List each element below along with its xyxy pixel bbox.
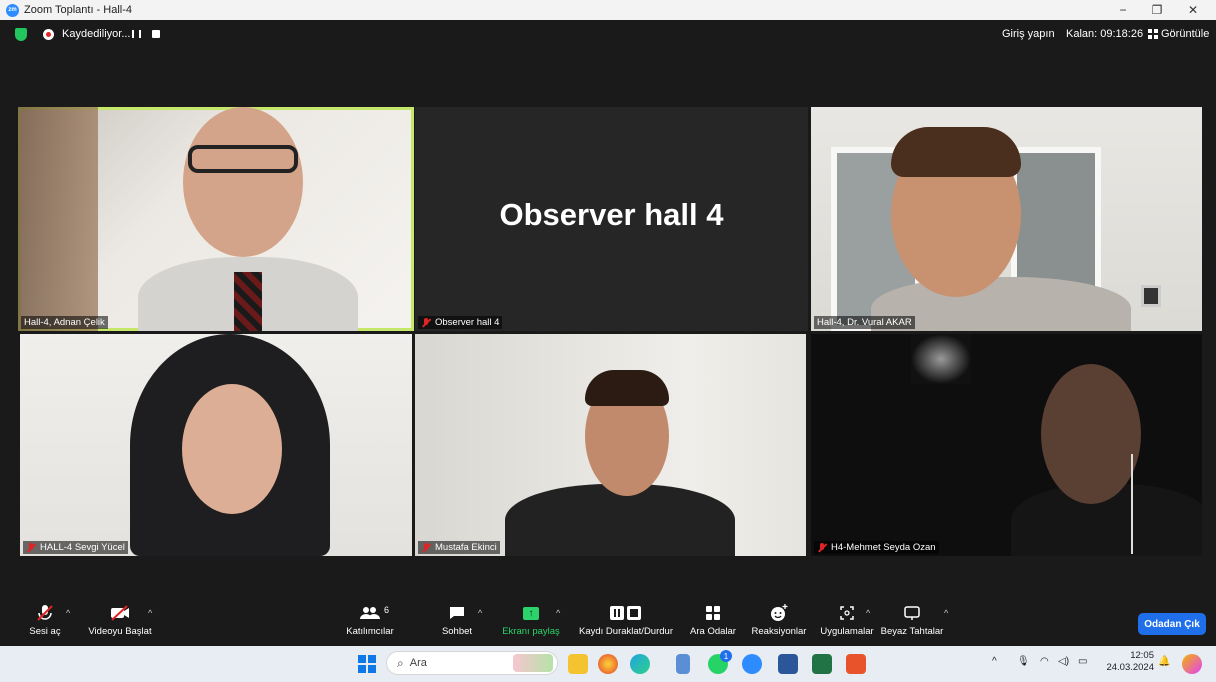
pause-recording-button[interactable] bbox=[132, 30, 141, 38]
audio-options-chevron-icon[interactable]: ^ bbox=[66, 608, 70, 618]
muted-mic-icon bbox=[421, 317, 431, 328]
participant-name-label: Mustafa Ekinci bbox=[418, 541, 500, 554]
wifi-icon[interactable]: ◠ bbox=[1040, 656, 1049, 667]
security-shield-icon[interactable] bbox=[15, 28, 27, 41]
search-icon: ⌕ bbox=[397, 655, 404, 670]
zoom-taskbar-icon[interactable] bbox=[742, 654, 762, 674]
whiteboard-icon bbox=[904, 600, 920, 626]
participant-display-name: Observer hall 4 bbox=[499, 197, 724, 232]
reactions-button[interactable]: Reaksiyonlar bbox=[750, 600, 808, 646]
search-placeholder: Ara bbox=[409, 657, 427, 669]
video-tile-mustafa[interactable]: Mustafa Ekinci bbox=[415, 334, 806, 556]
window-title: Zoom Toplantı - Hall-4 bbox=[24, 4, 133, 16]
breakout-rooms-button[interactable]: Ara Odalar bbox=[688, 600, 738, 646]
battery-icon[interactable]: ▭ bbox=[1078, 656, 1087, 667]
video-options-chevron-icon[interactable]: ^ bbox=[148, 608, 152, 618]
video-tile-vural[interactable]: Hall-4, Dr. Vural AKAR bbox=[811, 107, 1202, 331]
microphone-icon[interactable]: 🎙 bbox=[1017, 656, 1030, 667]
word-icon[interactable] bbox=[778, 654, 798, 674]
participant-name-label: H4-Mehmet Seyda Ozan bbox=[814, 541, 939, 554]
participants-button[interactable]: 6 Katılımcılar bbox=[342, 600, 398, 646]
recording-icon bbox=[43, 29, 54, 40]
leave-meeting-button[interactable]: Odadan Çık bbox=[1138, 613, 1206, 635]
signin-link[interactable]: Giriş yapın bbox=[1002, 28, 1055, 40]
clock-time: 12:05 bbox=[1130, 650, 1154, 661]
start-video-button[interactable]: Videoyu Başlat bbox=[86, 600, 154, 646]
meeting-toolbar: Sesi aç ^ Videoyu Başlat ^ 6 Katılımcıla… bbox=[0, 600, 1216, 646]
stop-recording-button[interactable] bbox=[152, 30, 160, 38]
participants-count: 6 bbox=[384, 605, 390, 615]
remaining-time: Kalan: 09:18:26 bbox=[1066, 28, 1144, 40]
copilot-icon[interactable] bbox=[1182, 654, 1202, 674]
search-highlight-image bbox=[513, 654, 553, 672]
clock-date: 24.03.2024 bbox=[1106, 662, 1154, 673]
notification-bell-icon[interactable]: 🔔 bbox=[1158, 656, 1170, 667]
video-off-icon bbox=[110, 600, 130, 626]
muted-mic-icon bbox=[36, 600, 54, 626]
video-tile-observer[interactable]: Observer hall 4 Observer hall 4 bbox=[415, 107, 808, 331]
share-screen-icon: ↑ bbox=[523, 600, 539, 626]
muted-mic-icon bbox=[817, 542, 827, 553]
share-options-chevron-icon[interactable]: ^ bbox=[556, 608, 560, 618]
unmute-button[interactable]: Sesi aç bbox=[22, 600, 68, 646]
title-bar: zm Zoom Toplantı - Hall-4 − ❐ ✕ bbox=[0, 0, 1216, 20]
share-screen-button[interactable]: ↑ Ekranı paylaş bbox=[500, 600, 562, 646]
participant-name-label: HALL-4 Sevgi Yücel bbox=[23, 541, 128, 554]
recording-status: Kaydediliyor... bbox=[62, 28, 131, 40]
pause-stop-icon bbox=[609, 600, 643, 626]
pause-stop-recording-button[interactable]: Kaydı Duraklat/Durdur bbox=[574, 600, 678, 646]
excel-icon[interactable] bbox=[812, 654, 832, 674]
breakout-rooms-icon bbox=[705, 600, 721, 626]
apps-button[interactable]: Uygulamalar bbox=[818, 600, 876, 646]
windows-start-icon[interactable] bbox=[358, 655, 376, 673]
video-tile-mehmet[interactable]: H4-Mehmet Seyda Ozan bbox=[811, 334, 1202, 556]
volume-icon[interactable]: ◁) bbox=[1058, 656, 1069, 667]
muted-mic-icon bbox=[421, 542, 431, 553]
video-tile-sevgi[interactable]: HALL-4 Sevgi Yücel bbox=[20, 334, 412, 556]
zoom-window: zm Zoom Toplantı - Hall-4 − ❐ ✕ Kaydedil… bbox=[0, 0, 1216, 682]
chat-options-chevron-icon[interactable]: ^ bbox=[478, 608, 482, 618]
participant-name-label: Hall-4, Dr. Vural AKAR bbox=[814, 316, 915, 329]
edge-icon[interactable] bbox=[630, 654, 650, 674]
tray-chevron-icon[interactable]: ^ bbox=[992, 656, 997, 667]
notepad-icon[interactable] bbox=[676, 654, 690, 674]
app-icon[interactable] bbox=[846, 654, 866, 674]
grid-view-icon[interactable] bbox=[1148, 29, 1158, 39]
participant-name-label: Observer hall 4 bbox=[418, 316, 503, 329]
minimize-button[interactable]: − bbox=[1106, 0, 1140, 20]
video-tile-adnan[interactable]: Hall-4, Adnan Çelik bbox=[18, 107, 414, 331]
view-button[interactable]: Görüntüle bbox=[1161, 28, 1209, 40]
notification-badge: 1 bbox=[720, 650, 732, 662]
whiteboard-options-chevron-icon[interactable]: ^ bbox=[944, 608, 948, 618]
taskbar-clock[interactable]: 12:05 24.03.2024 bbox=[1104, 650, 1154, 674]
file-explorer-icon[interactable] bbox=[568, 654, 588, 674]
muted-mic-icon bbox=[26, 542, 36, 553]
apps-options-chevron-icon[interactable]: ^ bbox=[866, 608, 870, 618]
participant-name-label: Hall-4, Adnan Çelik bbox=[21, 316, 108, 329]
smiley-plus-icon bbox=[770, 600, 788, 626]
whiteboards-button[interactable]: Beyaz Tahtalar bbox=[872, 600, 952, 646]
taskbar-search[interactable]: ⌕ Ara bbox=[386, 651, 558, 675]
chrome-icon[interactable] bbox=[598, 654, 618, 674]
apps-icon bbox=[839, 600, 855, 626]
chat-icon bbox=[449, 600, 465, 626]
zoom-logo-icon: zm bbox=[6, 3, 19, 17]
participants-icon: 6 bbox=[360, 600, 389, 626]
close-button[interactable]: ✕ bbox=[1176, 0, 1210, 20]
restore-button[interactable]: ❐ bbox=[1140, 0, 1174, 20]
chat-button[interactable]: Sohbet bbox=[438, 600, 476, 646]
